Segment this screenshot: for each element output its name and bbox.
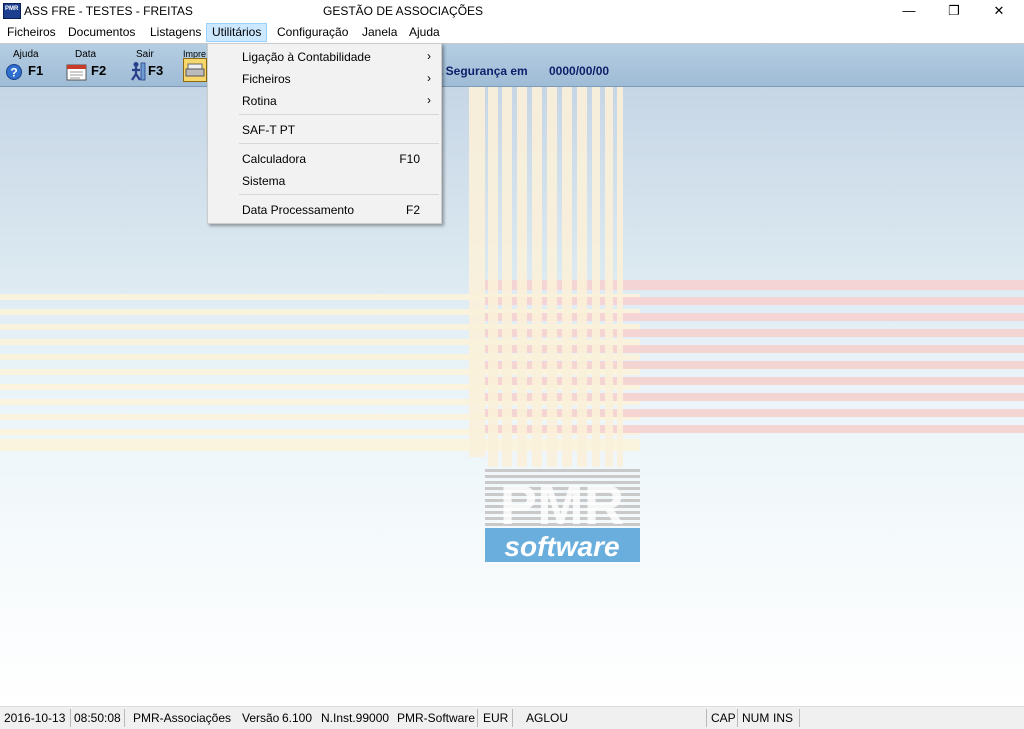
menu-item-sistema[interactable]: Sistema bbox=[209, 170, 440, 191]
menu-janela[interactable]: Janela bbox=[357, 24, 402, 41]
status-date: 2016-10-13 bbox=[4, 711, 66, 725]
status-caps-lock: CAP bbox=[711, 711, 736, 725]
exit-button-key: F3 bbox=[148, 63, 164, 78]
app-logo-icon[interactable]: PMR bbox=[3, 3, 21, 19]
status-divider bbox=[737, 709, 738, 727]
status-bar: 2016-10-13 08:50:08 PMR-Associações Vers… bbox=[0, 706, 1024, 729]
menu-item-rotina[interactable]: Rotina › bbox=[209, 90, 440, 111]
app-logo-text: PMR bbox=[5, 6, 19, 12]
status-app-name: PMR-Associações bbox=[133, 711, 232, 725]
menu-separator bbox=[239, 194, 439, 195]
date-button-label: Data bbox=[75, 49, 97, 60]
printer-icon bbox=[183, 58, 207, 82]
status-divider bbox=[477, 709, 478, 727]
menu-item-shortcut: F2 bbox=[405, 203, 420, 217]
menu-item-saft-pt[interactable]: SAF-T PT bbox=[209, 119, 440, 140]
help-button-key: F1 bbox=[28, 63, 44, 78]
menu-separator bbox=[239, 143, 439, 144]
help-toolbar-button[interactable]: Ajuda ? F1 bbox=[4, 48, 58, 84]
menu-documentos[interactable]: Documentos bbox=[63, 24, 140, 41]
restore-button[interactable]: ❐ bbox=[931, 0, 977, 22]
status-divider bbox=[799, 709, 800, 727]
menu-utilitarios[interactable]: Utilitários bbox=[206, 23, 268, 42]
logo-tagline-text: software bbox=[504, 531, 619, 562]
minimize-button[interactable]: — bbox=[886, 0, 932, 22]
exit-button-label: Sair bbox=[136, 49, 154, 60]
status-installation: N.Inst.99000 bbox=[321, 711, 390, 725]
last-backup-date: 0000/00/00 bbox=[549, 64, 610, 78]
status-divider bbox=[124, 709, 125, 727]
menu-item-ligacao-contabilidade[interactable]: Ligação à Contabilidade › bbox=[209, 46, 440, 67]
menu-item-label: Data Processamento bbox=[242, 203, 355, 217]
menu-item-label: SAF-T PT bbox=[242, 123, 296, 137]
menu-item-ficheiros[interactable]: Ficheiros › bbox=[209, 68, 440, 89]
date-button-key: F2 bbox=[91, 63, 107, 78]
menu-configuracao[interactable]: Configuração bbox=[272, 24, 353, 41]
status-version-label: Versão bbox=[242, 711, 280, 725]
status-user: AGLOU bbox=[526, 711, 569, 725]
menu-item-calculadora[interactable]: Calculadora F10 bbox=[209, 148, 440, 169]
status-vendor: PMR-Software bbox=[397, 711, 476, 725]
submenu-arrow-icon: › bbox=[427, 93, 431, 107]
logo-brand-text: PMR bbox=[500, 473, 624, 536]
menu-listagens[interactable]: Listagens bbox=[145, 24, 206, 41]
help-icon: ? bbox=[6, 64, 22, 80]
app-title: GESTÃO DE ASSOCIAÇÕES bbox=[323, 4, 484, 18]
svg-text:?: ? bbox=[10, 66, 17, 80]
menu-item-label: Ligação à Contabilidade bbox=[242, 50, 371, 64]
menu-item-label: Calculadora bbox=[242, 152, 307, 166]
utilitarios-dropdown-menu: Ligação à Contabilidade › Ficheiros › Ro… bbox=[207, 43, 442, 224]
status-divider bbox=[70, 709, 71, 727]
calendar-icon bbox=[66, 64, 87, 81]
exit-toolbar-button[interactable]: Sair F3 bbox=[124, 48, 178, 84]
status-currency: EUR bbox=[483, 711, 509, 725]
pmr-background-logo: PMR software bbox=[0, 87, 1024, 562]
submenu-arrow-icon: › bbox=[427, 49, 431, 63]
status-divider bbox=[512, 709, 513, 727]
exit-icon bbox=[131, 62, 146, 81]
menu-item-label: Ficheiros bbox=[242, 72, 291, 86]
menu-ajuda[interactable]: Ajuda bbox=[404, 24, 445, 41]
menu-item-label: Rotina bbox=[242, 94, 277, 108]
submenu-arrow-icon: › bbox=[427, 71, 431, 85]
title-bar: PMR ASS FRE - TESTES - FREITAS GESTÃO DE… bbox=[0, 0, 1024, 22]
status-divider bbox=[706, 709, 707, 727]
menu-item-shortcut: F10 bbox=[399, 152, 420, 166]
help-button-label: Ajuda bbox=[13, 49, 39, 60]
menu-bar: Ficheiros Documentos Listagens Utilitári… bbox=[0, 22, 1024, 43]
main-workspace: PMR software bbox=[0, 87, 1024, 706]
window-title: ASS FRE - TESTES - FREITAS bbox=[24, 4, 193, 18]
date-toolbar-button[interactable]: Data F2 bbox=[64, 48, 118, 84]
menu-separator bbox=[239, 114, 439, 115]
menu-item-label: Sistema bbox=[242, 174, 286, 188]
status-version: 6.100 bbox=[282, 711, 313, 725]
menu-item-data-processamento[interactable]: Data Processamento F2 bbox=[209, 199, 440, 220]
status-insert-mode: INS bbox=[773, 711, 794, 725]
close-button[interactable]: ✕ bbox=[976, 0, 1022, 22]
print-toolbar-button[interactable]: Impre bbox=[180, 48, 207, 84]
menu-ficheiros[interactable]: Ficheiros bbox=[2, 24, 61, 41]
status-time: 08:50:08 bbox=[74, 711, 121, 725]
status-num-lock: NUM bbox=[742, 711, 770, 725]
